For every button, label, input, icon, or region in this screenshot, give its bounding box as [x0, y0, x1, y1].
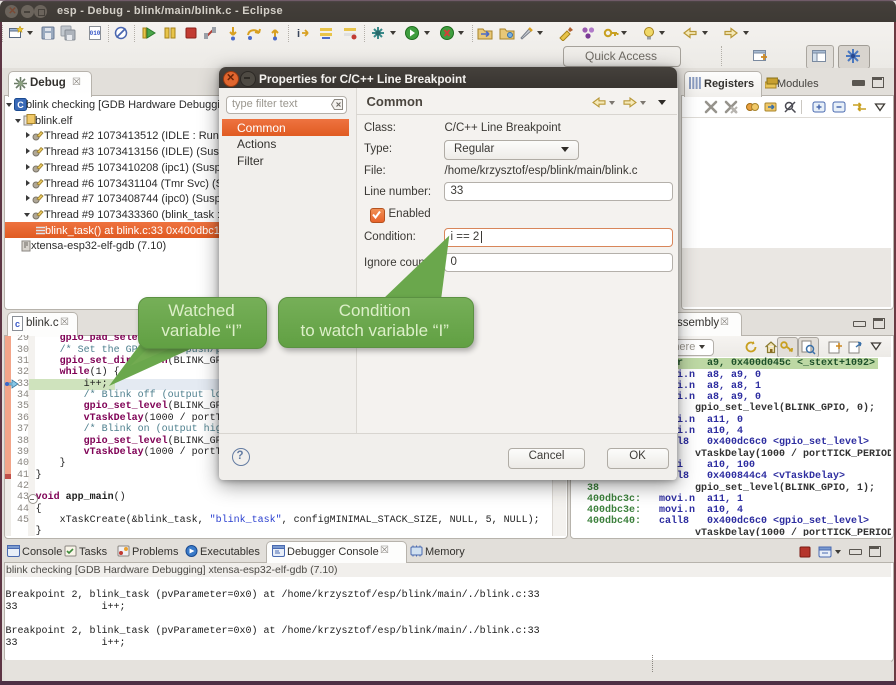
svg-text:i: i — [297, 28, 300, 40]
svg-text:C: C — [17, 100, 24, 110]
svg-text:010: 010 — [90, 30, 101, 37]
svg-text:c: c — [15, 319, 20, 329]
